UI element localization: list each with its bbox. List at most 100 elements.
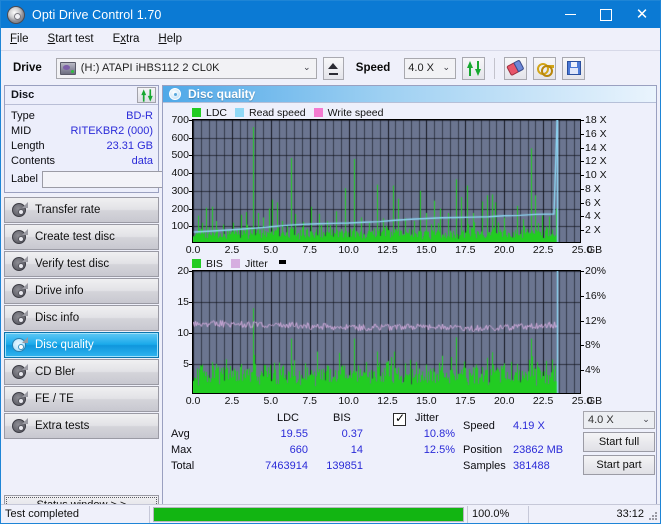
legend-swatch-bis [192,259,201,268]
eraser-icon [505,59,526,77]
test-speed-value: 4.0 X [588,414,614,426]
y-tick-label: 15 [177,296,189,308]
x-axis-unit-label: GB [587,244,603,256]
sidebar-item-drive-info[interactable]: Drive info [4,278,159,304]
x-tick-label: 5.0 [263,395,279,407]
chart-bis-legend: BIS Jitter [165,257,654,270]
drive-icon [59,61,76,75]
y2-tick-label: 18 X [585,114,607,126]
sidebar-item-label: Disc info [35,312,80,324]
y-tick-label: 400 [171,167,189,180]
disc-row-key: Length [11,139,45,152]
x-tick-label: 15.0 [416,395,437,407]
resize-grip[interactable] [648,511,658,521]
legend-marker-icon [278,259,286,264]
sidebar-item-verify-test-disc[interactable]: Verify test disc [4,251,159,277]
drive-select[interactable]: (H:) ATAPI iHBS112 2 CL0K ⌄ [55,57,317,79]
page-title: Disc quality [188,87,256,101]
legend-label-jitter: Jitter [244,257,268,270]
drive-label: Drive [13,62,42,74]
start-part-button[interactable]: Start part [583,455,655,475]
x-tick-label: 12.5 [377,395,398,407]
stats-bis-avg: 0.37 [341,428,363,440]
disc-row-mid: MID RITEKBR2 (000) [11,123,153,138]
menu-item-help[interactable]: Help [158,33,182,45]
sidebar-item-transfer-rate[interactable]: Transfer rate [4,197,159,223]
chart-ldc: LDC Read speed Write speed 100 200 300 400 5… [165,106,654,257]
sidebar-item-label: Extra tests [35,420,90,432]
refresh-button[interactable] [462,56,486,80]
sidebar-item-create-test-disc[interactable]: Create test disc [4,224,159,250]
menu-item-start-test[interactable]: Start test [48,33,94,45]
refresh-arrows-icon [140,88,153,102]
disc-row-type: Type BD-R [11,108,153,123]
menu-item-extra[interactable]: Extra [113,33,140,45]
window-controls: ✕ [552,1,660,28]
eject-icon [328,63,339,69]
stats-col-header-bis: BIS [333,412,351,424]
body: Disc Type BD-R MID RITEKBR2 (000) Length… [1,85,660,516]
y2-tick-mark [581,216,584,218]
legend-swatch-ldc [192,108,201,117]
sidebar-item-label: Transfer rate [35,204,101,216]
samples-stat-value: 381488 [513,460,550,472]
start-full-button[interactable]: Start full [583,432,655,452]
maximize-button[interactable] [588,1,624,28]
chart-ldc-legend: LDC Read speed Write speed [165,106,654,119]
x-tick-label: 20.0 [493,244,515,256]
drive-select-value: (H:) ATAPI iHBS112 2 CL0K [80,62,220,74]
charts-area: LDC Read speed Write speed 100 200 300 400 5… [163,103,656,408]
sidebar-item-label: Verify test disc [35,258,110,270]
y-tick-label: 500 [171,149,189,162]
y-tick-label: 700 [171,114,189,126]
y2-tick-mark [581,370,584,372]
disc-row-key: Type [11,109,35,122]
disc-panel-header: Disc [5,86,158,105]
toolbar: Drive (H:) ATAPI iHBS112 2 CL0K ⌄ Speed … [1,51,660,85]
disc-row-key: Contents [11,154,56,167]
minimize-button[interactable] [552,1,588,28]
disc-icon [12,364,28,379]
keys-button[interactable] [533,56,557,80]
disc-icon [12,391,28,406]
disc-icon [12,202,28,217]
disc-refresh-button[interactable] [137,87,156,103]
y2-tick-label: 12 X [585,155,607,168]
stats-jitter-max: 12.5% [423,444,455,456]
sidebar-item-label: Create test disc [35,231,115,243]
x-tick-label: 15.0 [416,244,437,256]
menu-item-file[interactable]: File [10,33,29,45]
x-tick-label: 0.0 [185,395,201,407]
title-bar: Opti Drive Control 1.70 ✕ [1,1,660,28]
position-stat-label: Position [463,444,503,456]
eject-button[interactable] [322,56,344,80]
test-speed-select[interactable]: 4.0 X ⌄ [583,411,655,429]
speed-select[interactable]: 4.0 X ⌄ [404,57,457,79]
legend-label-bis: BIS [206,257,223,270]
y-tick-label: 200 [171,202,189,215]
disc-label-key: Label [11,173,38,185]
sidebar-item-cd-bler[interactable]: CD Bler [4,359,159,385]
disc-row-value: RITEKBR2 (000) [70,124,153,137]
erase-button[interactable] [504,56,528,80]
jitter-checkbox[interactable] [393,411,406,426]
legend-label-ldc: LDC [206,106,228,119]
legend-swatch-jitter [230,259,240,268]
save-button[interactable] [562,56,586,80]
chart-ldc-plot [192,119,581,243]
window-title: Opti Drive Control 1.70 [32,7,162,22]
sidebar-item-fe-te[interactable]: FE / TE [4,386,159,412]
disc-label-row: Label [11,170,240,188]
main-panel: Disc quality LDC Read speed Write speed … [162,85,657,516]
y2-tick-mark [581,345,584,347]
disc-icon [12,229,28,244]
y2-tick-label: 16 X [585,127,607,140]
y-tick-label: 20 [177,265,189,277]
close-button[interactable]: ✕ [624,1,660,28]
sidebar-item-disc-quality[interactable]: Disc quality [4,332,159,358]
y2-tick-mark [581,120,584,121]
y2-tick-mark [581,133,584,135]
sidebar-item-extra-tests[interactable]: Extra tests [4,413,159,439]
disc-row-value: BD-R [126,109,153,122]
sidebar-item-disc-info[interactable]: Disc info [4,305,159,331]
